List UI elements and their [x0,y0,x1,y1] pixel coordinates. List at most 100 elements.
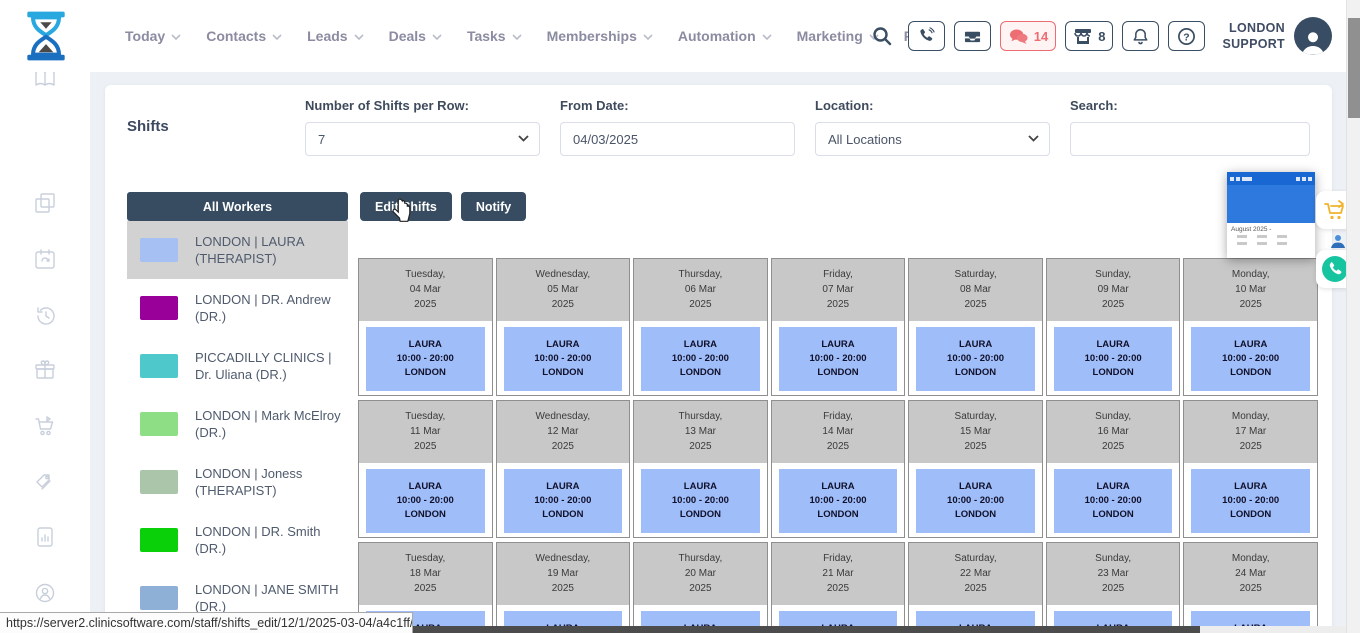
calendar-day-cell: Sunday,16 Mar2025 LAURA 10:00 - 20:00 LO… [1046,400,1181,538]
day-header: Sunday,23 Mar2025 [1047,543,1180,605]
shift-card[interactable]: LAURA 10:00 - 20:00 LONDON [641,469,760,533]
clinicsoftware-logo-icon[interactable] [20,6,72,66]
search-icon[interactable] [871,25,893,47]
shift-time: 10:00 - 20:00 [916,494,1035,508]
day-header: Friday,07 Mar2025 [772,259,905,321]
vertical-scrollbar-thumb[interactable] [1348,18,1360,118]
filter-location: Location: All Locations [815,98,1050,156]
shift-card[interactable]: LAURA 10:00 - 20:00 LONDON [366,469,485,533]
worker-item[interactable]: LONDON | DR. Smith (DR.) [127,511,348,569]
chat-messages-button[interactable]: 14 [1000,21,1056,51]
worker-item[interactable]: PICCADILLY CLINICS | Dr. Uliana (DR.) [127,337,348,395]
worker-item[interactable]: LONDON | Joness (THERAPIST) [127,453,348,511]
shift-time: 10:00 - 20:00 [366,494,485,508]
shift-location: LONDON [1054,366,1173,380]
popup-titlebar [1227,172,1315,185]
worker-color-swatch [140,354,178,378]
sidebar-cart-icon[interactable] [33,414,57,438]
shifts-per-row-label: Number of Shifts per Row: [305,98,540,113]
shift-card[interactable]: LAURA 10:00 - 20:00 LONDON [1054,327,1173,391]
day-header: Wednesday,05 Mar2025 [497,259,630,321]
shift-card[interactable]: LAURA 10:00 - 20:00 LONDON [779,469,898,533]
popup-banner [1227,185,1315,223]
sidebar-report-icon[interactable] [33,525,57,549]
sidebar-account-icon[interactable] [33,581,57,605]
shift-location: LONDON [366,508,485,522]
search-input[interactable] [1070,122,1310,156]
shift-worker: LAURA [1054,338,1173,352]
phone-icon [917,27,935,45]
worker-color-swatch [140,586,178,610]
nav-item-tasks[interactable]: Tasks [467,28,522,44]
user-avatar[interactable] [1294,17,1332,55]
day-header: Thursday,06 Mar2025 [634,259,767,321]
nav-item-deals[interactable]: Deals [389,28,442,44]
shift-card[interactable]: LAURA 10:00 - 20:00 LONDON [1191,469,1310,533]
help-button[interactable]: ? [1168,21,1205,51]
inbox-button[interactable] [954,21,991,51]
chevron-down-icon [171,34,181,40]
day-header: Monday,17 Mar2025 [1184,401,1317,463]
shift-card[interactable]: LAURA 10:00 - 20:00 LONDON [1054,469,1173,533]
worker-name: LONDON | Mark McElroy (DR.) [195,407,345,441]
shift-worker: LAURA [366,338,485,352]
worker-item[interactable]: LONDON | Mark McElroy (DR.) [127,395,348,453]
location-select[interactable]: All Locations [815,122,1050,156]
all-workers-button[interactable]: All Workers [127,192,348,221]
day-header: Tuesday,04 Mar2025 [359,259,492,321]
store-button[interactable]: 8 [1065,21,1113,51]
calendar-day-cell: Monday,17 Mar2025 LAURA 10:00 - 20:00 LO… [1183,400,1318,538]
sidebar-copy-icon[interactable] [33,191,57,215]
shift-card[interactable]: LAURA 10:00 - 20:00 LONDON [916,327,1035,391]
sidebar-history-icon[interactable] [33,303,57,327]
nav-item-automation[interactable]: Automation [678,28,772,44]
nav-item-marketing[interactable]: Marketing [797,28,879,44]
nav-item-contacts[interactable]: Contacts [206,28,282,44]
sidebar-calendar-sync-icon[interactable] [33,247,57,271]
shift-time: 10:00 - 20:00 [366,352,485,366]
shift-time: 10:00 - 20:00 [916,352,1035,366]
nav-item-leads[interactable]: Leads [307,28,363,44]
sidebar-gift-icon[interactable] [33,358,57,382]
shift-location: LONDON [916,366,1035,380]
worker-item[interactable]: LONDON | DR. Andrew (DR.) [127,279,348,337]
shift-location: LONDON [641,508,760,522]
shift-card[interactable]: LAURA 10:00 - 20:00 LONDON [1191,327,1310,391]
page-title: Shifts [127,118,169,135]
day-header: Monday,10 Mar2025 [1184,259,1317,321]
shift-time: 10:00 - 20:00 [1054,494,1173,508]
shift-time: 10:00 - 20:00 [504,352,623,366]
notify-button[interactable]: Notify [461,192,526,221]
shift-actions: Edit Shifts Notify [360,192,526,221]
shift-card[interactable]: LAURA 10:00 - 20:00 LONDON [916,469,1035,533]
horizontal-scrollbar-thumb[interactable] [350,626,1200,633]
phone-calls-button[interactable] [908,21,945,51]
shift-location: LONDON [779,366,898,380]
shift-card[interactable]: LAURA 10:00 - 20:00 LONDON [641,327,760,391]
workers-list: All Workers LONDON | LAURA (THERAPIST) L… [127,192,348,627]
search-label: Search: [1070,98,1310,113]
calendar-preview-popup[interactable]: August 2025 - [1227,172,1315,258]
location-label: Location: [815,98,1050,113]
shift-card[interactable]: LAURA 10:00 - 20:00 LONDON [504,327,623,391]
day-header: Sunday,09 Mar2025 [1047,259,1180,321]
notifications-button[interactable] [1122,21,1159,51]
shift-card[interactable]: LAURA 10:00 - 20:00 LONDON [779,327,898,391]
sidebar-tags-icon[interactable] [33,470,57,494]
edit-shifts-button[interactable]: Edit Shifts [360,192,452,221]
shift-worker: LAURA [779,338,898,352]
bell-icon [1132,27,1149,46]
nav-item-today[interactable]: Today [125,28,181,44]
calendar-week-row: Tuesday,11 Mar2025 LAURA 10:00 - 20:00 L… [358,400,1318,538]
from-date-input[interactable] [560,122,795,156]
shifts-page: Today Contacts Leads Deals Tasks Memberships A… [0,0,1360,633]
worker-item[interactable]: LONDON | LAURA (THERAPIST) [127,221,348,279]
chevron-down-icon [354,34,364,40]
shift-card[interactable]: LAURA 10:00 - 20:00 LONDON [366,327,485,391]
shifts-per-row-select[interactable]: 7 [305,122,540,156]
nav-item-memberships[interactable]: Memberships [547,28,653,44]
day-header: Saturday,22 Mar2025 [909,543,1042,605]
shift-card[interactable]: LAURA 10:00 - 20:00 LONDON [504,469,623,533]
popup-mini-grid [1227,235,1315,249]
worker-color-swatch [140,238,178,262]
